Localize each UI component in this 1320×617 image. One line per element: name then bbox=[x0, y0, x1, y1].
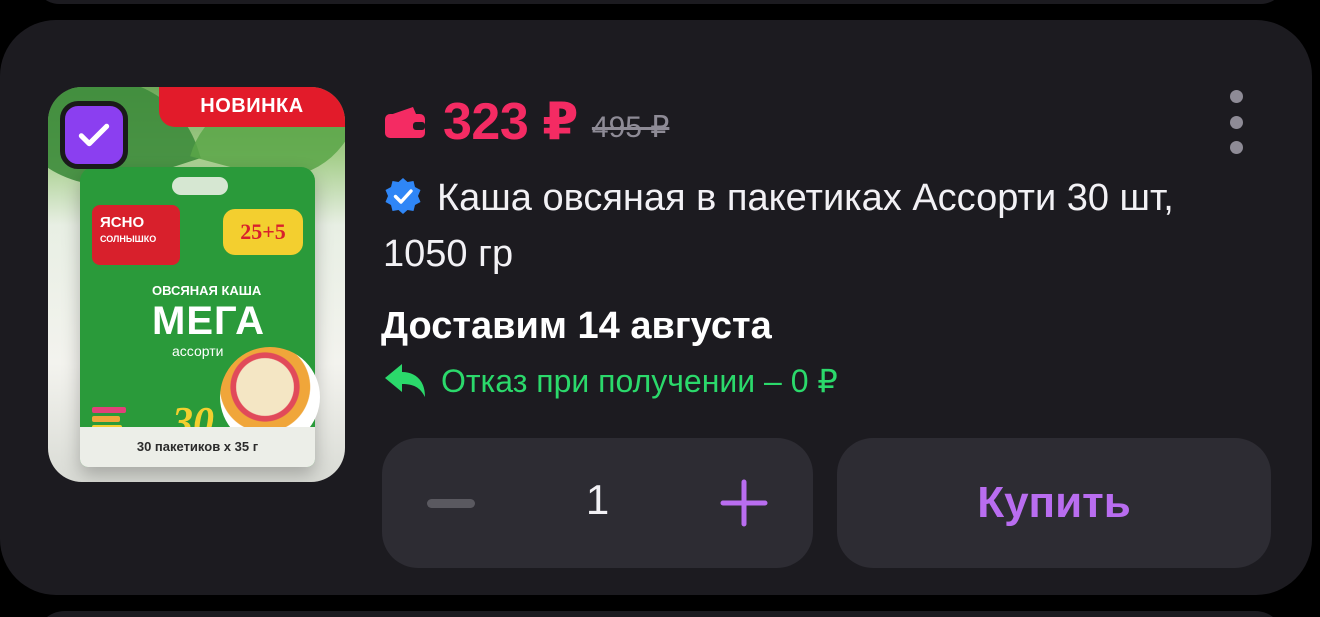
product-title[interactable]: Каша овсяная в пакетиках Ассорти 30 шт, … bbox=[383, 170, 1263, 282]
package-badge: 25+5 bbox=[223, 209, 303, 255]
brand-line-1: ЯСНО bbox=[100, 214, 145, 231]
package-handle bbox=[172, 177, 228, 195]
delivery-date: Доставим 14 августа bbox=[381, 305, 772, 347]
brand-line-2: СОЛНЫШКО bbox=[100, 234, 157, 244]
package-subtitle: ОВСЯНАЯ КАША bbox=[152, 283, 262, 298]
next-card-edge bbox=[35, 611, 1285, 617]
select-checkbox[interactable] bbox=[60, 101, 128, 169]
package-title: МЕГА bbox=[152, 299, 266, 343]
more-vertical-icon bbox=[1229, 90, 1243, 103]
current-price: 323 ₽ bbox=[443, 93, 578, 151]
quantity-stepper: 1 bbox=[382, 438, 813, 568]
package-subtitle-2: ассорти bbox=[172, 343, 224, 359]
package-brand: ЯСНО СОЛНЫШКО bbox=[92, 205, 180, 265]
increase-quantity-button[interactable] bbox=[715, 478, 773, 528]
previous-card-edge bbox=[35, 0, 1285, 4]
plus-icon bbox=[720, 479, 768, 527]
new-ribbon: НОВИНКА bbox=[159, 87, 345, 127]
refund-text: Отказ при получении – 0 ₽ bbox=[441, 363, 838, 399]
refund-info: Отказ при получении – 0 ₽ bbox=[383, 362, 838, 400]
check-icon bbox=[78, 123, 110, 147]
product-title-text: Каша овсяная в пакетиках Ассорти 30 шт, … bbox=[383, 177, 1174, 275]
product-card: НОВИНКА ЯСНО СОЛНЫШКО 25+5 ОВСЯНАЯ КАША … bbox=[0, 20, 1312, 595]
buy-button[interactable]: Купить bbox=[837, 438, 1271, 568]
product-package: ЯСНО СОЛНЫШКО 25+5 ОВСЯНАЯ КАША МЕГА асс… bbox=[80, 167, 320, 467]
price-row: 323 ₽ 495 ₽ bbox=[383, 92, 669, 152]
package-footer: 30 пакетиков х 35 г bbox=[80, 427, 315, 467]
wallet-icon bbox=[385, 107, 425, 138]
more-options-button[interactable] bbox=[1220, 90, 1252, 154]
old-price: 495 ₽ bbox=[591, 110, 670, 144]
product-image[interactable]: НОВИНКА ЯСНО СОЛНЫШКО 25+5 ОВСЯНАЯ КАША … bbox=[48, 87, 345, 482]
verified-badge-icon bbox=[385, 178, 421, 214]
return-arrow-icon bbox=[385, 364, 425, 397]
